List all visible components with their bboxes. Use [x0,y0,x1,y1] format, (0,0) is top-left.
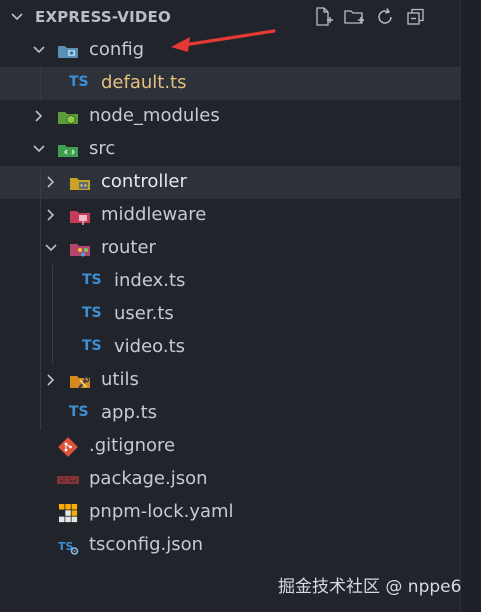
indent-guide [52,331,53,364]
tree-item-src[interactable]: src [0,133,460,166]
node-folder-icon [57,106,79,128]
tsconfig-icon: TS [57,535,79,557]
chevron-down-icon [33,46,45,54]
file-explorer: EXPRESS-VIDEO config TS default.ts node_… [0,0,460,612]
tree-label-router: router [101,237,156,258]
refresh-icon [378,8,392,24]
tree-item-video-ts[interactable]: TS video.ts [0,331,460,364]
git-icon [57,436,79,458]
config-folder-icon [57,40,79,62]
new-file-button[interactable] [310,5,336,29]
chevron-down-icon [45,244,57,252]
typescript-icon: TS [69,404,89,420]
chevron-right-icon [47,176,55,188]
typescript-icon: TS [69,74,89,90]
tree-label-video-ts: video.ts [114,336,186,357]
controller-folder-icon [69,172,91,194]
tree-item-user-ts[interactable]: TS user.ts [0,298,460,331]
indent-guide [40,67,41,100]
new-folder-icon [344,10,364,24]
new-folder-button[interactable] [341,5,367,29]
indent-guide [52,265,53,298]
new-file-icon [316,7,333,26]
tree-item-pnpm-lock[interactable]: pnpm-lock.yaml [0,496,460,529]
router-folder-icon [69,238,91,260]
chevron-down-icon[interactable] [10,10,24,24]
tree-label-pnpm-lock: pnpm-lock.yaml [89,501,234,522]
tree-item-gitignore[interactable]: .gitignore [0,430,460,463]
tree-label-gitignore: .gitignore [89,435,176,456]
tree-label-index-ts: index.ts [114,270,186,291]
tree-label-utils: utils [101,369,139,390]
indent-guide [40,298,41,331]
tree-label-app-ts: app.ts [101,402,158,423]
src-folder-icon [57,139,79,161]
tree-label-middleware: middleware [101,204,207,225]
tree-label-default-ts: default.ts [101,72,187,93]
tree-label-controller: controller [101,171,187,192]
refresh-button[interactable] [372,5,398,29]
tree-item-middleware[interactable]: middleware [0,199,460,232]
typescript-icon: TS [82,338,102,354]
chevron-right-icon [47,374,55,386]
tree-label-user-ts: user.ts [114,303,174,324]
tree-item-router[interactable]: router [0,232,460,265]
explorer-title: EXPRESS-VIDEO [35,8,171,26]
tree-label-src: src [89,138,116,159]
tree-item-index-ts[interactable]: TS index.ts [0,265,460,298]
indent-guide [40,199,41,232]
explorer-actions [310,5,429,29]
utils-folder-icon [69,370,91,392]
watermark: 掘金技术社区 @ nppe6 [278,577,462,597]
tree-label-tsconfig: tsconfig.json [89,534,204,555]
indent-guide [40,397,41,430]
annotation-arrow-icon [171,29,276,52]
tree-item-package-json[interactable]: package.json [0,463,460,496]
pnpm-icon [57,502,79,524]
chevron-down-icon [33,145,45,153]
collapse-all-icon [407,8,424,25]
tree-item-tsconfig[interactable]: TS tsconfig.json [0,529,460,562]
indent-guide [40,364,41,397]
indent-guide [40,331,41,364]
indent-guide [40,265,41,298]
tree-item-app-ts[interactable]: TS app.ts [0,397,460,430]
typescript-icon: TS [82,272,102,288]
npm-icon [57,469,79,491]
indent-guide [40,166,41,199]
indent-guide [52,298,53,331]
tree-item-node-modules[interactable]: node_modules [0,100,460,133]
chevron-right-icon [47,209,55,221]
tree-label-package-json: package.json [89,468,208,489]
collapse-all-button[interactable] [403,5,429,29]
editor-edge [460,0,481,612]
typescript-icon: TS [82,305,102,321]
tree-item-utils[interactable]: utils [0,364,460,397]
tree-item-controller[interactable]: controller [0,166,460,199]
middleware-folder-icon [69,205,91,227]
indent-guide [40,232,41,265]
tree-label-node-modules: node_modules [89,105,220,126]
tree-label-config: config [89,39,145,60]
chevron-right-icon [35,110,43,122]
tree-item-default-ts[interactable]: TS default.ts [0,67,460,100]
